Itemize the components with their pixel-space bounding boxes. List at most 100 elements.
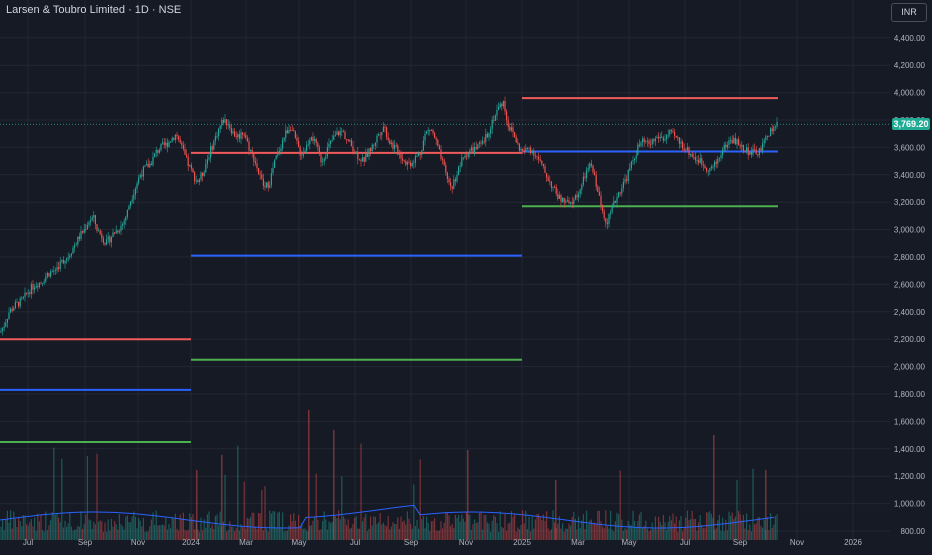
volume-bar — [266, 528, 268, 540]
candle-body — [5, 322, 7, 327]
candle-body — [123, 220, 125, 224]
volume-bar — [346, 525, 348, 540]
volume-bar — [549, 530, 551, 540]
volume-bar — [112, 526, 114, 540]
candle-body — [21, 298, 23, 300]
volume-spike — [333, 430, 335, 540]
volume-bar — [762, 527, 764, 540]
candle-body — [706, 168, 708, 172]
volume-bar — [440, 521, 442, 540]
volume-bar — [131, 516, 133, 540]
candle-body — [328, 143, 330, 148]
volume-bar — [40, 514, 42, 540]
volume-bar — [174, 513, 176, 540]
volume-bar — [387, 516, 389, 540]
candle-body — [194, 172, 196, 182]
volume-bar — [563, 531, 565, 540]
candle-body — [518, 143, 520, 151]
candle-body — [736, 139, 738, 145]
candle-body — [504, 100, 506, 112]
volume-bar — [416, 519, 418, 540]
volume-bar — [766, 517, 768, 540]
candle-body — [315, 139, 317, 144]
volume-bar — [776, 514, 778, 540]
volume-bar — [83, 524, 85, 540]
candle-body — [138, 178, 140, 184]
volume-bar — [146, 531, 148, 540]
volume-bar — [378, 522, 380, 540]
candle-body — [235, 136, 237, 138]
candle-body — [550, 181, 552, 188]
candle-body — [531, 150, 533, 153]
volume-bar — [747, 530, 749, 540]
volume-bar — [576, 529, 578, 540]
candle-body — [627, 170, 629, 181]
candle-body — [110, 237, 112, 243]
candle-body — [746, 147, 748, 152]
candle-body — [558, 195, 560, 199]
candle-body — [557, 193, 559, 199]
volume-bar — [594, 522, 596, 540]
volume-bar — [379, 513, 381, 540]
candle-body — [653, 139, 655, 142]
volume-bar — [107, 519, 109, 540]
candle-body — [118, 231, 120, 233]
candle-body — [186, 154, 188, 157]
volume-bar — [630, 525, 632, 540]
candle-body — [762, 143, 764, 151]
volume-bar — [328, 521, 330, 540]
candle-body — [542, 163, 544, 167]
volume-bar — [534, 519, 536, 540]
candle-body — [512, 127, 514, 133]
candle-body — [198, 179, 200, 182]
candle-body — [389, 140, 391, 144]
volume-bar — [170, 528, 172, 540]
candle-body — [126, 209, 128, 217]
volume-bar — [611, 529, 613, 540]
candle-body — [726, 144, 728, 148]
volume-bar — [512, 516, 514, 540]
candle-body — [314, 139, 316, 142]
candle-body — [384, 127, 386, 128]
candle-body — [104, 242, 106, 245]
volume-bar — [685, 517, 687, 540]
candle-body — [202, 172, 204, 177]
volume-bar — [538, 513, 540, 540]
volume-bar — [635, 527, 637, 540]
volume-bar — [570, 525, 572, 540]
candle-body — [272, 167, 274, 174]
volume-bar — [342, 516, 344, 540]
candle-body — [269, 185, 271, 188]
chart-area[interactable]: 800.00 1,000.00 1,200.00 1,400.00 1,600.00 1,… — [0, 0, 932, 550]
volume-bar — [606, 526, 608, 540]
candle-body — [306, 145, 308, 151]
volume-bar — [413, 484, 415, 540]
candle-body — [629, 168, 631, 171]
candle-body — [506, 111, 508, 121]
volume-bar — [472, 523, 474, 540]
candle-body — [466, 155, 468, 157]
candle-body — [122, 223, 124, 226]
volume-bar — [214, 515, 216, 540]
currency-button[interactable]: INR — [891, 3, 927, 22]
candle-body — [115, 230, 117, 234]
price-tick-label: 3,200.00 — [894, 198, 926, 207]
price-chart[interactable]: 800.00 1,000.00 1,200.00 1,400.00 1,600.00 1,… — [0, 0, 932, 550]
candle-body — [192, 168, 194, 173]
candle-body — [34, 287, 36, 290]
volume-bar — [242, 527, 244, 540]
candle-body — [338, 131, 340, 136]
candle-body — [714, 161, 716, 167]
candle-body — [149, 163, 151, 168]
candle-body — [688, 147, 690, 156]
volume-bar — [394, 523, 396, 540]
candle-body — [467, 153, 469, 157]
volume-bar — [78, 526, 80, 540]
candle-body — [62, 259, 64, 264]
candle-body — [162, 142, 164, 144]
volume-bar — [422, 516, 424, 540]
candle-body — [42, 283, 44, 284]
chart-title: Larsen & Toubro Limited · 1D · NSE — [6, 4, 182, 16]
candle-body — [741, 144, 743, 147]
candle-body — [456, 174, 458, 182]
